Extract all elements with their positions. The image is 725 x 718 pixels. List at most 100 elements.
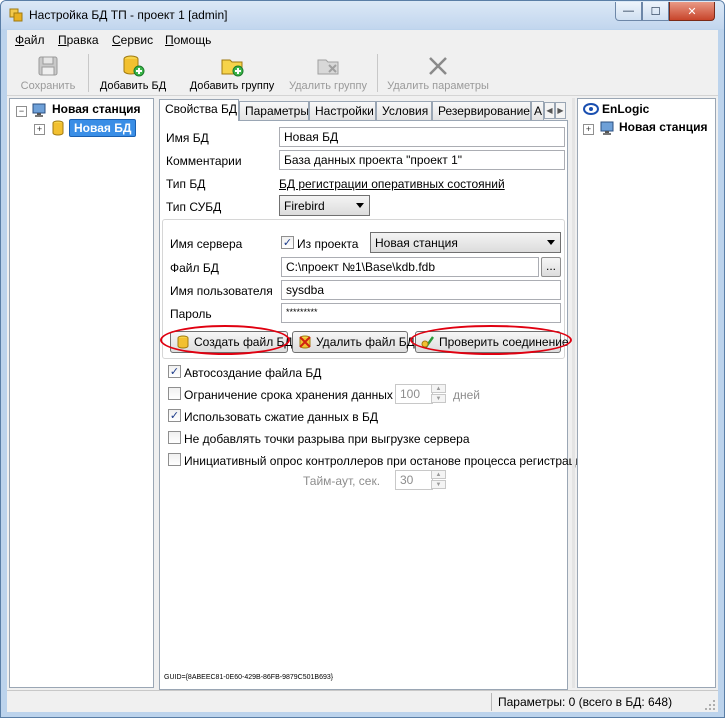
timeout-label: Тайм-аут, сек. — [303, 474, 381, 488]
tab-db-properties[interactable]: Свойства БД — [159, 99, 239, 121]
splitter[interactable] — [572, 98, 575, 688]
password-label: Пароль — [170, 307, 212, 321]
add-group-button[interactable]: Добавить группу — [181, 52, 283, 94]
menu-bar: Файл Правка Сервис Помощь — [7, 30, 718, 50]
compression-label: Использовать сжатие данных в БД — [184, 410, 378, 424]
close-icon: ✕ — [687, 5, 697, 18]
db-name-input[interactable]: Новая БД — [279, 127, 565, 147]
arrow-right-icon: ▶ — [557, 106, 564, 115]
initiative-poll-checkbox[interactable] — [168, 453, 181, 466]
tab-reservation[interactable]: Резервирование — [432, 101, 531, 120]
left-tree-panel[interactable]: − Новая станция + Новая БД — [9, 98, 154, 688]
menu-file[interactable]: Файл — [15, 33, 45, 47]
delete-group-button[interactable]: Удалить группу — [285, 52, 371, 94]
comment-label: Комментарии — [166, 154, 242, 168]
dbms-type-select[interactable]: Firebird — [279, 195, 370, 216]
expand-icon[interactable]: + — [34, 124, 45, 135]
maximize-icon: ☐ — [650, 5, 661, 18]
arrow-down-icon: ▼ — [435, 396, 442, 402]
arrow-up-icon: ▲ — [435, 386, 442, 392]
password-input[interactable]: ********* — [281, 303, 561, 323]
annotation-oval — [160, 325, 290, 355]
computer-station-icon — [600, 121, 614, 135]
delete-database-icon — [299, 335, 311, 349]
db-file-input[interactable]: C:\проект №1\Base\kdb.fdb — [281, 257, 539, 277]
browse-file-button[interactable]: ... — [541, 257, 561, 277]
menu-edit[interactable]: Правка — [58, 33, 99, 47]
tab-conditions[interactable]: Условия — [376, 101, 432, 120]
add-db-button[interactable]: Добавить БД — [95, 52, 171, 94]
tree-db-selected[interactable]: Новая БД — [69, 119, 137, 137]
limit-storage-label: Ограничение срока хранения данных — [184, 388, 393, 402]
spin-down-button[interactable]: ▼ — [431, 480, 446, 489]
user-input[interactable]: sysdba — [281, 280, 561, 300]
delete-folder-icon — [317, 59, 339, 75]
menu-service[interactable]: Сервис — [112, 33, 153, 47]
spin-down-button[interactable]: ▼ — [431, 394, 446, 403]
toolbar-separator — [377, 54, 378, 92]
guid-label: GUID={8ABEEC81-0E60-429B-86FB-9879C501B6… — [164, 674, 334, 681]
initiative-poll-label: Инициативный опрос контроллеров при оста… — [184, 454, 589, 468]
computer-station-icon — [32, 103, 46, 117]
db-type-link[interactable]: БД регистрации оперативных состояний — [279, 177, 505, 191]
status-separator — [491, 693, 492, 711]
expand-icon[interactable]: + — [583, 124, 594, 135]
tree-station-label[interactable]: Новая станция — [52, 102, 140, 116]
enlogic-icon — [583, 103, 599, 115]
tab-strip: Свойства БД Параметры Настройки Условия … — [159, 99, 568, 121]
add-database-icon — [123, 55, 145, 77]
tree-station-label[interactable]: Новая станция — [619, 120, 707, 134]
menu-help[interactable]: Помощь — [165, 33, 211, 47]
db-properties-page: Имя БД Новая БД Комментарии База данных … — [159, 120, 589, 690]
toolbar-separator — [88, 54, 89, 92]
from-project-checkbox[interactable]: ✓ — [281, 236, 294, 249]
minimize-button[interactable]: — — [615, 2, 642, 21]
floppy-disk-icon — [38, 56, 58, 76]
collapse-icon[interactable]: − — [16, 106, 27, 117]
delete-params-button[interactable]: Удалить параметры — [383, 52, 493, 94]
dbms-type-label: Тип СУБД — [166, 200, 222, 214]
minimize-icon: — — [623, 5, 634, 17]
autocreate-label: Автосоздание файла БД — [184, 366, 322, 380]
no-breakpoints-label: Не добавлять точки разрыва при выгрузке … — [184, 432, 470, 446]
user-label: Имя пользователя — [170, 284, 273, 298]
tree-enlogic-label[interactable]: EnLogic — [602, 102, 649, 116]
spin-up-button[interactable]: ▲ — [431, 470, 446, 479]
toolbar: Сохранить Добавить БД Добавить группу Уд… — [7, 50, 718, 96]
resize-grip-icon[interactable] — [704, 699, 716, 711]
app-icon — [9, 8, 23, 22]
server-label: Имя сервера — [170, 237, 243, 251]
tab-overflow[interactable]: А — [531, 101, 544, 120]
right-tree-panel[interactable]: EnLogic + Новая станция — [577, 98, 716, 688]
timeout-input[interactable]: 30 — [395, 470, 433, 490]
compression-checkbox[interactable]: ✓ — [168, 409, 181, 422]
from-project-label: Из проекта — [297, 237, 359, 251]
database-icon — [52, 120, 64, 136]
arrow-left-icon: ◀ — [546, 106, 553, 115]
delete-db-file-button[interactable]: Удалить файл БД — [292, 331, 415, 353]
no-breakpoints-checkbox[interactable] — [168, 431, 181, 444]
dropdown-arrow-icon — [356, 203, 364, 208]
comment-input[interactable]: База данных проекта "проект 1" — [279, 150, 565, 170]
server-select[interactable]: Новая станция — [370, 232, 561, 253]
tab-scroll-left[interactable]: ◀ — [544, 102, 555, 119]
dropdown-arrow-icon — [547, 240, 555, 245]
tab-parameters[interactable]: Параметры — [239, 101, 309, 120]
title-bar[interactable]: Настройка БД ТП - проект 1 [admin] — ☐ ✕ — [1, 1, 724, 29]
arrow-down-icon: ▼ — [435, 482, 442, 488]
status-bar: Параметры: 0 (всего в БД: 648) — [7, 690, 718, 712]
close-button[interactable]: ✕ — [669, 2, 715, 21]
db-type-label: Тип БД — [166, 177, 206, 191]
save-button[interactable]: Сохранить — [13, 52, 83, 94]
tab-settings[interactable]: Настройки — [309, 101, 376, 120]
spin-up-button[interactable]: ▲ — [431, 384, 446, 393]
status-text: Параметры: 0 (всего в БД: 648) — [498, 695, 673, 709]
limit-storage-checkbox[interactable] — [168, 387, 181, 400]
tab-scroll-right[interactable]: ▶ — [555, 102, 566, 119]
maximize-button[interactable]: ☐ — [642, 2, 669, 21]
arrow-up-icon: ▲ — [435, 472, 442, 478]
annotation-oval — [410, 325, 572, 355]
limit-days-input[interactable]: 100 — [395, 384, 433, 404]
delete-x-icon — [429, 57, 447, 75]
autocreate-checkbox[interactable]: ✓ — [168, 365, 181, 378]
